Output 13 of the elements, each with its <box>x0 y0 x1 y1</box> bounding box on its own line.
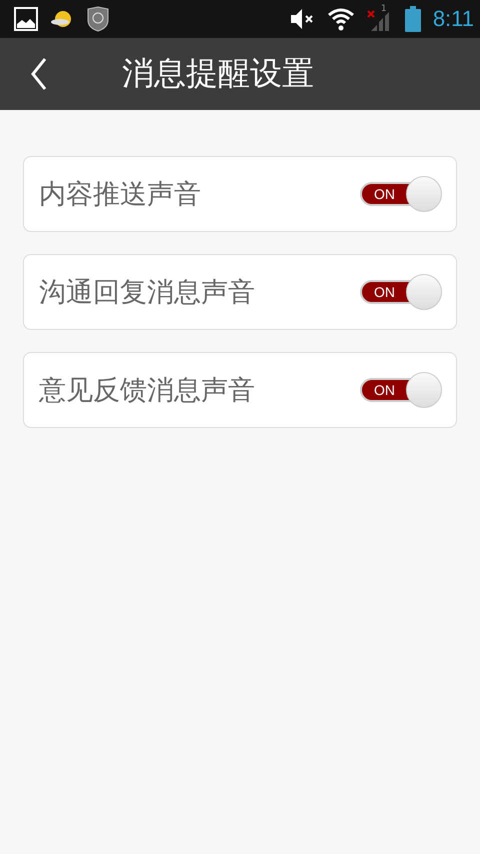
back-icon <box>30 57 48 91</box>
page-title: 消息提醒设置 <box>122 53 314 94</box>
setting-label: 内容推送声音 <box>39 178 201 212</box>
setting-label: 沟通回复消息声音 <box>39 276 255 310</box>
shield-icon <box>86 6 110 32</box>
setting-label: 意见反馈消息声音 <box>39 374 255 408</box>
wifi-icon <box>326 7 355 31</box>
battery-icon <box>404 6 421 32</box>
signal-label: 1 <box>380 4 387 14</box>
clock-time: 8:11 <box>432 6 474 32</box>
mute-icon <box>288 7 315 31</box>
gallery-icon <box>14 7 38 31</box>
back-button[interactable] <box>30 57 48 91</box>
